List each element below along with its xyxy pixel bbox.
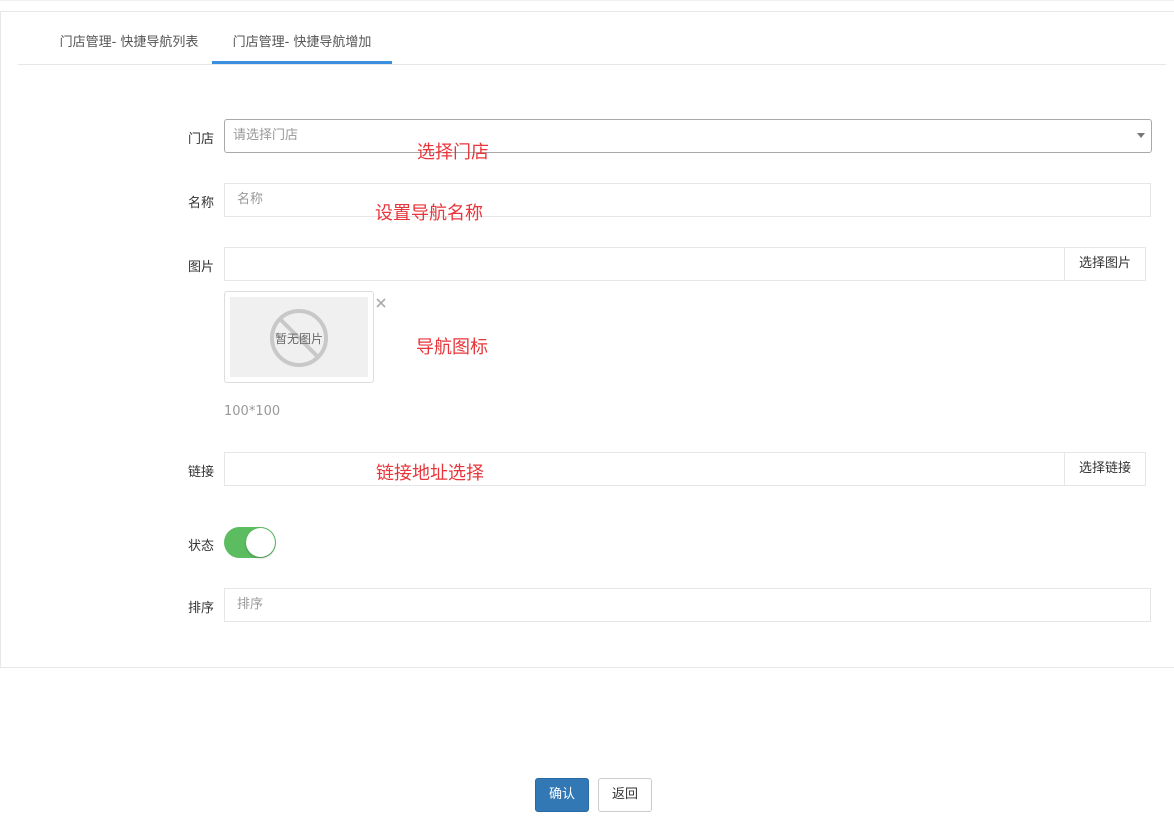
name-input[interactable]: 名称: [224, 183, 1151, 217]
link-annotation: 链接地址选择: [376, 463, 484, 484]
status-toggle[interactable]: [224, 527, 276, 558]
name-annotation: 设置导航名称: [375, 203, 483, 224]
top-divider: [0, 0, 1174, 1]
confirm-button[interactable]: 确认: [535, 778, 589, 812]
status-label: 状态: [187, 539, 214, 554]
chevron-down-icon: [1137, 133, 1145, 138]
image-preview: 暂无图片: [224, 291, 374, 383]
select-link-button[interactable]: 选择链接: [1064, 452, 1146, 486]
link-label: 链接: [187, 465, 214, 480]
sort-input[interactable]: 排序: [224, 588, 1151, 622]
select-image-button[interactable]: 选择图片: [1064, 247, 1146, 281]
back-button[interactable]: 返回: [598, 778, 652, 812]
remove-image-icon[interactable]: [375, 297, 387, 309]
tab-quick-nav-add[interactable]: 门店管理- 快捷导航增加: [212, 24, 392, 64]
sort-label: 排序: [187, 601, 214, 616]
tab-bar: 门店管理- 快捷导航列表 门店管理- 快捷导航增加: [18, 24, 1166, 65]
no-image-text: 暂无图片: [274, 332, 323, 346]
form-panel: [0, 11, 1174, 668]
name-input-placeholder: 名称: [237, 192, 264, 207]
image-size-hint: 100*100: [224, 404, 281, 419]
store-label: 门店: [187, 132, 214, 147]
store-select-placeholder: 请选择门店: [233, 128, 299, 143]
sort-input-placeholder: 排序: [237, 597, 264, 612]
name-label: 名称: [187, 196, 214, 211]
tab-quick-nav-list[interactable]: 门店管理- 快捷导航列表: [35, 24, 223, 64]
toggle-knob: [246, 528, 275, 557]
image-annotation: 导航图标: [416, 337, 488, 358]
image-label: 图片: [187, 260, 214, 275]
link-input[interactable]: [224, 452, 1065, 486]
image-path-input[interactable]: [224, 247, 1065, 281]
store-annotation: 选择门店: [417, 142, 489, 163]
store-select[interactable]: 请选择门店: [224, 119, 1152, 153]
